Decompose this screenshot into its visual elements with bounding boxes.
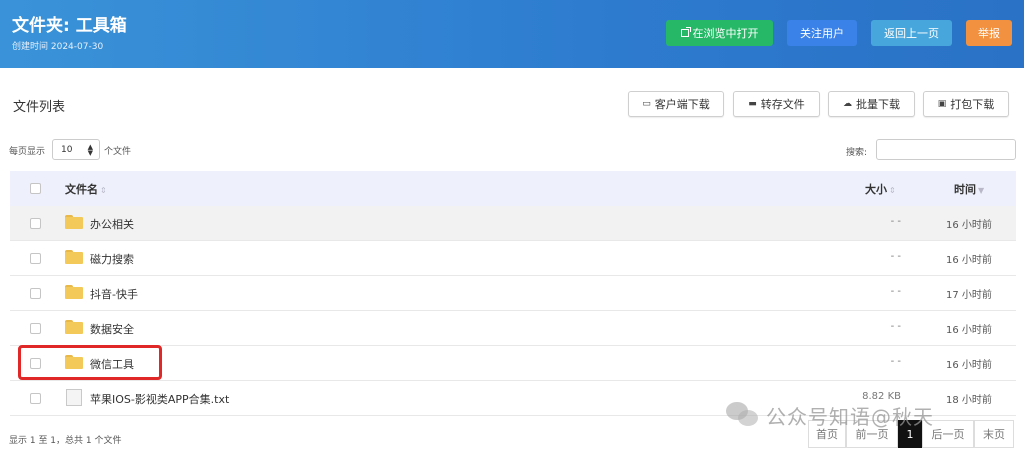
pack-download-button[interactable]: ▣ 打包下载 — [923, 91, 1009, 117]
wechat-logo-icon — [726, 400, 760, 430]
file-time: 16 小时前 — [946, 360, 992, 371]
sort-icon: ⇕ — [889, 186, 896, 195]
batch-download-button[interactable]: ☁ 批量下载 — [828, 91, 915, 117]
row-checkbox[interactable] — [30, 288, 41, 299]
file-size: - - — [890, 216, 901, 227]
created-date: 创建时间 2024-07-30 — [12, 42, 104, 52]
last-page-button[interactable]: 末页 — [974, 420, 1014, 448]
file-time: 16 小时前 — [946, 255, 992, 266]
sort-icon: ⇕ — [100, 186, 107, 195]
highlight-box — [18, 345, 162, 380]
page-header: 文件夹: 工具箱 创建时间 2024-07-30 在浏览中打开 关注用户 返回上… — [0, 0, 1024, 68]
report-button[interactable]: 举报 — [966, 20, 1012, 46]
row-checkbox[interactable] — [30, 253, 41, 264]
table-row[interactable]: 磁力搜索 - - 16 小时前 — [10, 241, 1016, 276]
drive-icon: ▬ — [748, 99, 757, 109]
file-size: - - — [890, 251, 901, 262]
file-list-title: 文件列表 — [13, 100, 66, 115]
folder-icon — [65, 320, 83, 334]
per-page-suffix: 个文件 — [104, 147, 132, 157]
file-name-link[interactable]: 磁力搜索 — [90, 251, 134, 267]
file-time: 16 小时前 — [946, 325, 992, 336]
row-checkbox[interactable] — [30, 393, 41, 404]
file-name-link[interactable]: 办公相关 — [90, 216, 134, 232]
file-time: 18 小时前 — [946, 395, 992, 406]
file-time: 17 小时前 — [946, 290, 992, 301]
external-link-icon — [680, 27, 691, 37]
column-size-header[interactable]: 大小 ⇕ — [865, 181, 896, 197]
select-arrows-icon: ▲ ▼ — [87, 143, 93, 157]
per-page-label: 每页显示 — [9, 147, 46, 157]
file-name-link[interactable]: 抖音-快手 — [90, 286, 138, 302]
column-time-header[interactable]: 时间 ▼ — [954, 181, 984, 197]
file-size: - - — [890, 356, 901, 367]
table-row[interactable]: 数据安全 - - 16 小时前 — [10, 311, 1016, 346]
per-page-select[interactable]: 10 ▲ ▼ — [52, 139, 100, 160]
select-all-checkbox[interactable] — [30, 183, 41, 194]
search-input[interactable] — [876, 139, 1016, 160]
back-button[interactable]: 返回上一页 — [871, 20, 952, 46]
cloud-download-icon: ☁ — [843, 99, 852, 109]
column-name-header[interactable]: 文件名 ⇕ — [65, 181, 107, 197]
file-time: 16 小时前 — [946, 220, 992, 231]
archive-icon: ▣ — [937, 99, 947, 109]
follow-user-button[interactable]: 关注用户 — [787, 20, 857, 46]
table-row[interactable]: 办公相关 - - 16 小时前 — [10, 206, 1016, 241]
row-checkbox[interactable] — [30, 323, 41, 334]
page-title: 文件夹: 工具箱 — [12, 16, 127, 36]
text-file-icon — [66, 389, 82, 406]
folder-icon — [65, 215, 83, 229]
sort-desc-icon: ▼ — [978, 186, 985, 195]
file-size: - - — [890, 286, 901, 297]
search-label: 搜索: — [846, 148, 868, 158]
file-size: - - — [890, 321, 901, 332]
save-file-button[interactable]: ▬ 转存文件 — [733, 91, 820, 117]
folder-icon — [65, 250, 83, 264]
open-in-browser-button[interactable]: 在浏览中打开 — [666, 20, 773, 46]
watermark: 公众号知语@秋天 — [726, 396, 934, 434]
client-download-button[interactable]: ▭ 客户端下载 — [628, 91, 724, 117]
monitor-icon: ▭ — [642, 99, 651, 109]
pagination-info: 显示 1 至 1，总共 1 个文件 — [9, 436, 122, 446]
file-name-link[interactable]: 数据安全 — [90, 321, 134, 337]
file-name-link[interactable]: 苹果IOS-影视类APP合集.txt — [90, 391, 229, 407]
table-header: 文件名 ⇕ 大小 ⇕ 时间 ▼ — [10, 171, 1016, 206]
table-row[interactable]: 抖音-快手 - - 17 小时前 — [10, 276, 1016, 311]
watermark-text: 公众号知语@秋天 — [766, 404, 934, 429]
folder-icon — [65, 285, 83, 299]
row-checkbox[interactable] — [30, 218, 41, 229]
